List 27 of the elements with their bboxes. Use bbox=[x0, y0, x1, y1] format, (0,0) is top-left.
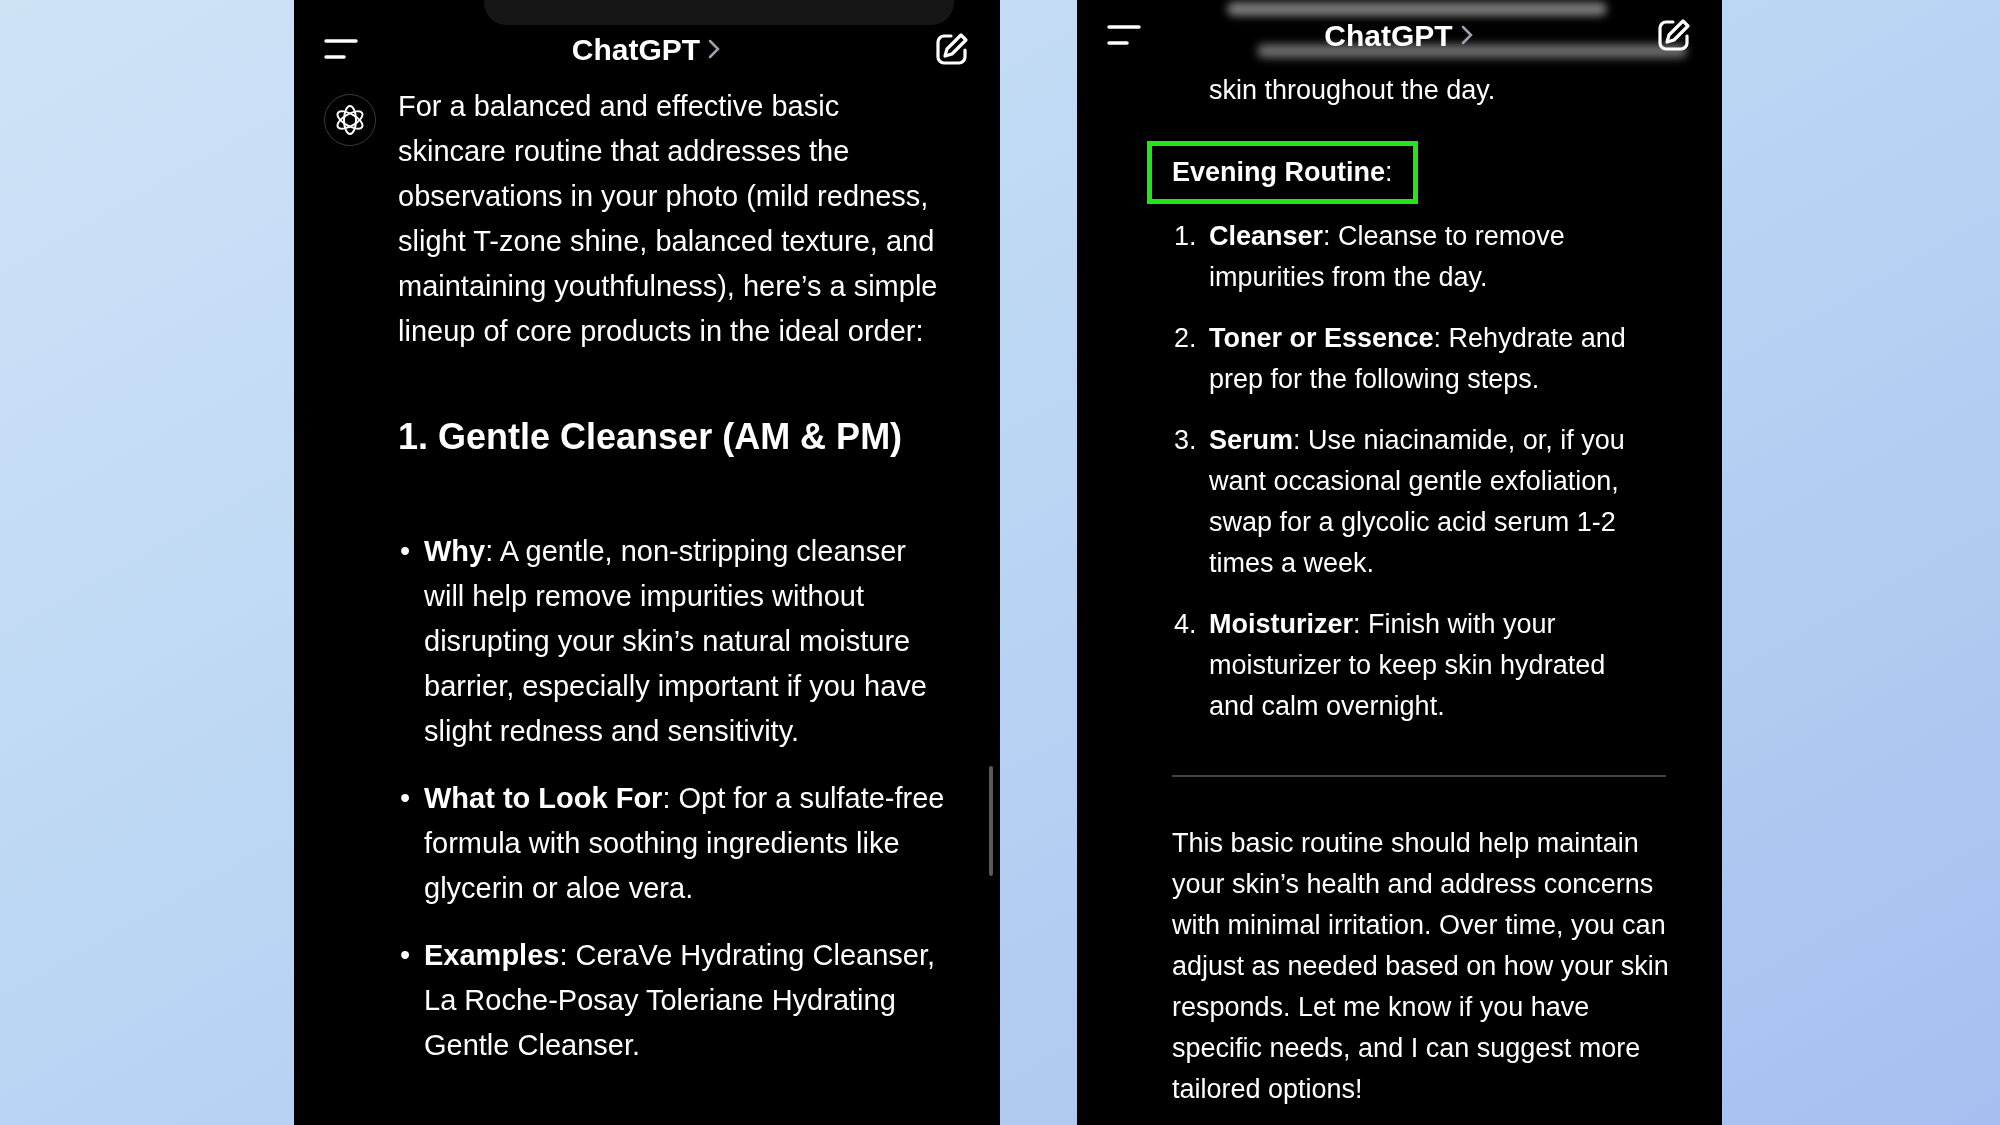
model-selector[interactable]: ChatGPT bbox=[571, 26, 721, 72]
model-selector[interactable]: ChatGPT bbox=[1324, 12, 1473, 58]
bullet-text: What to Look For: Opt for a sulfate-free formula with soothing ingredients like glycerin or aloe vera. bbox=[424, 781, 946, 906]
bullet-mark: • bbox=[400, 534, 412, 569]
step-number: 4. bbox=[1173, 608, 1198, 641]
chevron-right-icon bbox=[1460, 25, 1473, 45]
compose-icon[interactable] bbox=[934, 31, 970, 67]
section-heading: 1. Gentle Cleanser (AM & PM) bbox=[398, 415, 904, 459]
bullet-mark: • bbox=[400, 938, 412, 973]
step-text: Cleanser: Cleanse to remove impurities from the day. bbox=[1209, 220, 1566, 294]
bullet-text: Examples: CeraVe Hydrating Cleanser, La Roche-Posay Toleriane Hydrating Gentle Cleanser. bbox=[424, 938, 936, 1063]
menu-icon[interactable] bbox=[1107, 24, 1141, 46]
compose-icon[interactable] bbox=[1656, 17, 1692, 53]
chevron-right-icon bbox=[708, 39, 721, 59]
section-title: Evening Routine: bbox=[1147, 141, 1418, 204]
message-text: skin throughout the day. bbox=[1208, 74, 1497, 107]
step-text: Toner or Essence: Rehydrate and prep for the following steps. bbox=[1209, 322, 1627, 396]
bullet-mark: • bbox=[400, 781, 412, 816]
intro-paragraph: For a balanced and effective basic skincare routine that addresses the observations in your photo (mild redness, slight T-zone shine, balanced texture, and maintaining youthfulness), here’s a simple lineup of core products in the ideal order: bbox=[398, 89, 939, 349]
bullet-text: Why: A gentle, non-stripping cleanser will help remove impurities without disrupting your skin’s natural moisture barrier, especially important if you have slight redness and sensitivity. bbox=[424, 534, 928, 749]
step-number: 3. bbox=[1173, 424, 1198, 457]
step-number: 1. bbox=[1173, 220, 1198, 253]
menu-icon[interactable] bbox=[324, 38, 358, 60]
step-number: 2. bbox=[1173, 322, 1198, 355]
step-text: Moisturizer: Finish with your moisturizer to keep skin hydrated and calm overnight. bbox=[1209, 608, 1607, 723]
step-text: Serum: Use niacinamide, or, if you want occasional gentle exfoliation, swap for a glycolic acid serum 1-2 times a week. bbox=[1209, 424, 1626, 580]
closing-paragraph: This basic routine should help maintain your skin’s health and address concerns with minimal irritation. Over time, you can adjust as needed based on how your skin responds. Let me know if you have specific needs, and I can suggest more tailored options! bbox=[1172, 827, 1670, 1106]
